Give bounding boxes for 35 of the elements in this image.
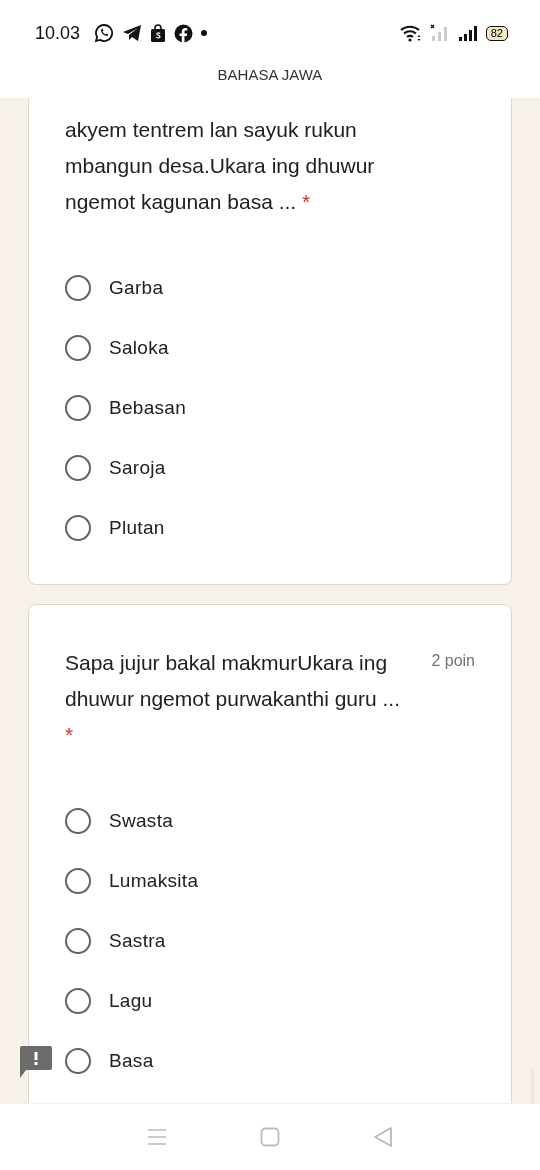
radio-button[interactable]	[65, 928, 91, 954]
answer-option[interactable]: Lumaksita	[65, 851, 199, 911]
notification-dot-icon	[201, 30, 208, 36]
answer-option[interactable]: Saroja	[65, 438, 166, 498]
answer-option[interactable]: Plutan	[65, 498, 165, 558]
answer-option[interactable]: Swasta	[65, 791, 174, 851]
radio-button[interactable]	[65, 335, 91, 361]
radio-button[interactable]	[65, 455, 91, 481]
paper-plane-icon	[122, 24, 143, 42]
radio-button[interactable]	[65, 275, 91, 301]
signal-icon	[457, 24, 478, 42]
radio-button[interactable]	[65, 868, 91, 894]
radio-button[interactable]	[65, 988, 91, 1014]
radio-button[interactable]	[65, 1048, 91, 1074]
battery-level: 82	[485, 25, 508, 41]
question-text: akyem tentrem lan sayuk rukun mbangun desa.Ukara ing dhuwur ngemot kagunan basa ... *	[65, 117, 376, 215]
answer-option[interactable]: Garba	[65, 258, 164, 318]
signal-icon	[429, 24, 450, 42]
question-text: Sapa jujur bakal makmurUkara ing dhuwur ngemot purwakanthi guru ... *	[65, 650, 402, 748]
answer-option[interactable]: Basa	[65, 1031, 154, 1091]
points-label: 2 poin	[431, 652, 475, 670]
answer-option[interactable]: Sastra	[65, 911, 166, 971]
answer-option[interactable]: Bebasan	[65, 378, 187, 438]
radio-button[interactable]	[65, 808, 91, 834]
answer-option[interactable]: Lagu	[65, 971, 153, 1031]
radio-button[interactable]	[65, 395, 91, 421]
radio-button[interactable]	[65, 515, 91, 541]
answer-option[interactable]: Saloka	[65, 318, 169, 378]
chat-bubble-icon	[94, 23, 115, 43]
wifi-icon	[399, 24, 422, 42]
feedback-icon[interactable]	[20, 1046, 52, 1078]
form-title: BAHASA JAWA	[217, 66, 323, 83]
facebook-icon	[174, 23, 194, 43]
clock-time: 10.03	[35, 22, 81, 44]
shopping-bag-icon	[150, 23, 167, 43]
